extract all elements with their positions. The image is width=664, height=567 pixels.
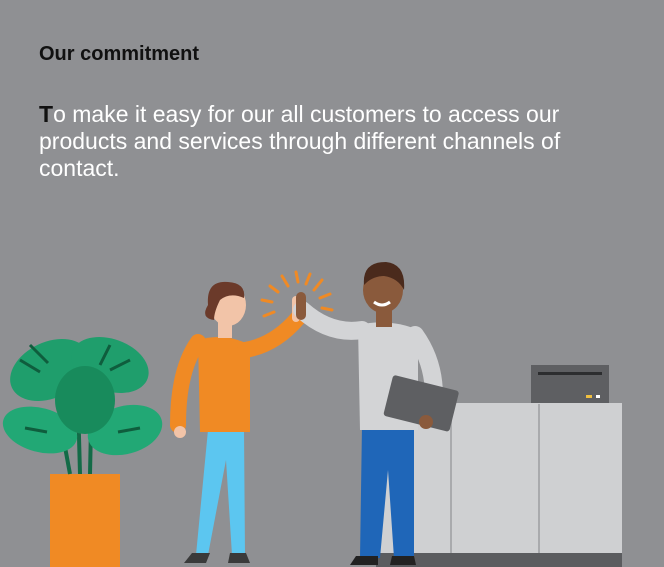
- potted-plant: [2, 336, 163, 567]
- high-five-illustration: [2, 262, 622, 567]
- woman-figure: [170, 281, 306, 563]
